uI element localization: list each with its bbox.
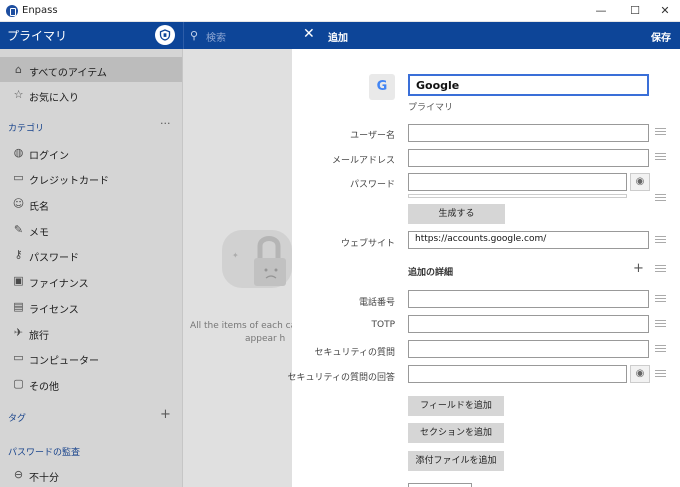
email-label: メールアドレス xyxy=(331,156,395,166)
app-header: プライマリ ⚲ 検索 ✕ 追加 保存 xyxy=(0,22,680,49)
vault-selector[interactable]: プライマリ xyxy=(7,27,67,44)
enpass-logo-icon xyxy=(6,5,18,17)
drag-handle-icon[interactable] xyxy=(655,320,666,327)
generate-password-button[interactable]: 生成する xyxy=(408,204,505,224)
password-field[interactable] xyxy=(408,173,627,191)
phone-field[interactable] xyxy=(408,290,649,308)
shield-icon xyxy=(159,29,171,41)
search-box[interactable]: ⚲ 検索 xyxy=(183,22,293,49)
security-question-label: セキュリティの質問 xyxy=(314,348,395,358)
close-window-button[interactable]: ✕ xyxy=(650,0,680,22)
password-strength-bar xyxy=(408,194,627,198)
partial-button[interactable] xyxy=(408,483,472,487)
show-answer-eye-icon[interactable]: ◉ xyxy=(630,365,650,383)
phone-label: 電話番号 xyxy=(358,298,395,308)
add-field-button[interactable]: フィールドを追加 xyxy=(408,396,504,416)
drag-handle-icon[interactable] xyxy=(655,265,666,272)
additional-details-heading: 追加の詳細 xyxy=(408,268,454,278)
drag-handle-icon[interactable] xyxy=(655,370,666,377)
password-label: パスワード xyxy=(349,180,395,190)
totp-label: TOTP xyxy=(371,320,395,330)
drag-handle-icon[interactable] xyxy=(655,236,666,243)
drag-handle-icon[interactable] xyxy=(655,345,666,352)
drag-handle-icon[interactable] xyxy=(655,153,666,160)
email-field[interactable] xyxy=(408,149,649,167)
drag-handle-icon[interactable] xyxy=(655,194,666,201)
website-label: ウェブサイト xyxy=(340,239,395,249)
modal-dim-overlay xyxy=(0,49,292,487)
add-section-button[interactable]: セクションを追加 xyxy=(408,423,504,443)
website-field[interactable]: https://accounts.google.com/ xyxy=(408,231,649,249)
drag-handle-icon[interactable] xyxy=(655,128,666,135)
save-button[interactable]: 保存 xyxy=(651,29,671,44)
drag-handle-icon[interactable] xyxy=(655,295,666,302)
security-question-field[interactable] xyxy=(408,340,649,358)
totp-field[interactable] xyxy=(408,315,649,333)
panel-title: 追加 xyxy=(328,33,348,44)
show-password-eye-icon[interactable]: ◉ xyxy=(630,173,650,191)
add-attachment-button[interactable]: 添付ファイルを追加 xyxy=(408,451,504,471)
window-title: Enpass xyxy=(22,5,58,16)
search-placeholder: 検索 xyxy=(206,33,226,44)
google-logo-icon: G xyxy=(376,79,388,94)
item-title-input[interactable]: Google xyxy=(408,74,649,96)
add-item-panel xyxy=(292,49,680,487)
security-answer-field[interactable] xyxy=(408,365,627,383)
vault-tag: プライマリ xyxy=(408,103,454,113)
search-icon: ⚲ xyxy=(190,29,199,42)
minimize-button[interactable]: — xyxy=(586,0,616,22)
username-label: ユーザー名 xyxy=(350,131,395,141)
vault-shield-button[interactable] xyxy=(155,25,175,45)
username-field[interactable] xyxy=(408,124,649,142)
title-bar: Enpass — ☐ ✕ xyxy=(0,0,680,22)
add-detail-plus-icon[interactable]: + xyxy=(633,261,644,276)
item-icon-google[interactable]: G xyxy=(369,74,395,100)
maximize-button[interactable]: ☐ xyxy=(620,0,650,22)
security-answer-label: セキュリティの質問の回答 xyxy=(287,373,395,383)
close-panel-icon[interactable]: ✕ xyxy=(303,26,315,42)
